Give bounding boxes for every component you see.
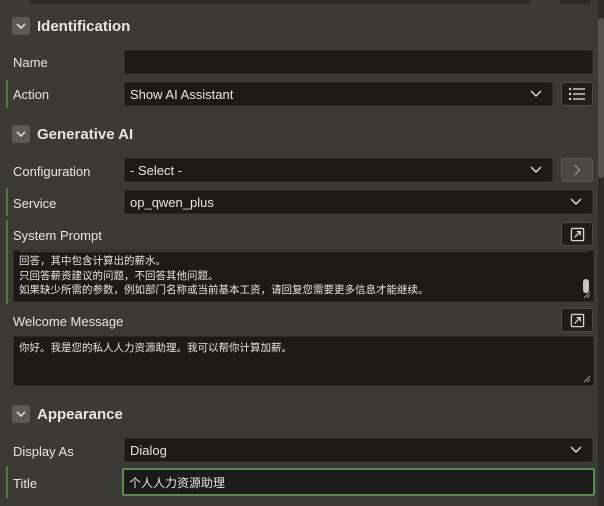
configuration-select-value: - Select - [130,162,183,178]
section-generative-ai-header[interactable]: Generative AI [0,117,598,151]
resize-handle-icon[interactable] [583,291,591,299]
required-indicator [6,80,8,108]
chevron-down-icon [16,23,26,30]
title-label: Title [13,476,38,491]
action-row: Action Show AI Assistant [0,80,598,108]
top-scroll-edge [30,0,530,4]
configuration-row: Configuration - Select - [0,156,598,184]
top-scroll-edge-right [560,0,590,4]
chevron-down-icon [530,90,542,98]
service-row: Service op_qwen_plus [0,188,598,216]
resize-handle-icon[interactable] [583,375,591,383]
display-as-row: Display As Dialog [0,436,598,464]
action-label: Action [13,87,50,102]
service-select[interactable]: op_qwen_plus [124,190,593,214]
configuration-label: Configuration [13,164,91,179]
title-input[interactable]: 个人人力资源助理 [122,468,595,496]
section-title-identification: Identification [37,17,131,35]
welcome-message-row: Welcome Message 你好。我是您的私人人力资源助理。我可以帮你计算加… [0,306,598,388]
required-indicator [6,220,8,304]
section-title-generative-ai: Generative AI [37,125,134,143]
service-label: Service [13,196,57,211]
configuration-open-button[interactable] [561,158,593,182]
panel-scroll-thumb[interactable] [598,18,604,178]
collapse-identification-button[interactable] [12,17,30,35]
collapse-appearance-button[interactable] [12,405,30,423]
chevron-right-icon [573,164,581,176]
system-prompt-line: 如果缺少所需的参数，例如部门名称或当前基本工资，请回复您需要更多信息才能继续。 [19,284,429,296]
action-select-value: Show AI Assistant [130,86,234,102]
section-appearance-header[interactable]: Appearance [0,397,598,431]
section-title-appearance: Appearance [37,405,123,423]
system-prompt-line: 回答，其中包含计算出的薪水。 [19,255,166,267]
list-icon [568,87,585,101]
system-prompt-row: System Prompt 回答，其中包含计算出的薪水。 只回答薪资建议的问题，… [0,220,598,304]
system-prompt-clipped-line [19,251,588,254]
required-indicator [6,466,8,498]
required-indicator [6,188,8,216]
welcome-message-expand-button[interactable] [561,308,593,332]
action-select[interactable]: Show AI Assistant [124,82,553,106]
display-as-label: Display As [13,444,74,459]
display-as-select[interactable]: Dialog [124,438,593,462]
system-prompt-line: 只回答薪资建议的问题，不回答其他问题。 [19,269,219,282]
collapse-generative-ai-button[interactable] [12,125,30,143]
configuration-select[interactable]: - Select - [124,158,553,182]
property-editor-panel: Identification Name Action Show AI Assis… [0,0,598,506]
chevron-down-icon [570,198,582,206]
system-prompt-label: System Prompt [13,228,102,243]
chevron-down-icon [530,166,542,174]
expand-dialog-icon [570,313,584,327]
welcome-message-text: 你好。我是您的私人人力资源助理。我可以帮你计算加薪。 [19,342,292,354]
system-prompt-expand-button[interactable] [561,222,593,246]
chevron-down-icon [16,131,26,138]
name-input[interactable] [124,50,593,74]
title-row: Title 个人人力资源助理 [0,466,598,498]
welcome-message-textarea[interactable]: 你好。我是您的私人人力资源助理。我可以帮你计算加薪。 [13,336,594,386]
name-label: Name [13,55,48,70]
chevron-down-icon [16,411,26,418]
panel-scrollbar[interactable] [598,0,604,506]
section-identification-header[interactable]: Identification [0,9,598,43]
chevron-down-icon [570,446,582,454]
welcome-message-label: Welcome Message [13,314,124,329]
system-prompt-textarea[interactable]: 回答，其中包含计算出的薪水。 只回答薪资建议的问题，不回答其他问题。 如果缺少所… [13,250,594,302]
display-as-select-value: Dialog [130,442,167,458]
name-row: Name [0,48,598,76]
expand-dialog-icon [570,227,584,241]
action-list-button[interactable] [561,82,593,106]
service-select-value: op_qwen_plus [130,194,214,210]
